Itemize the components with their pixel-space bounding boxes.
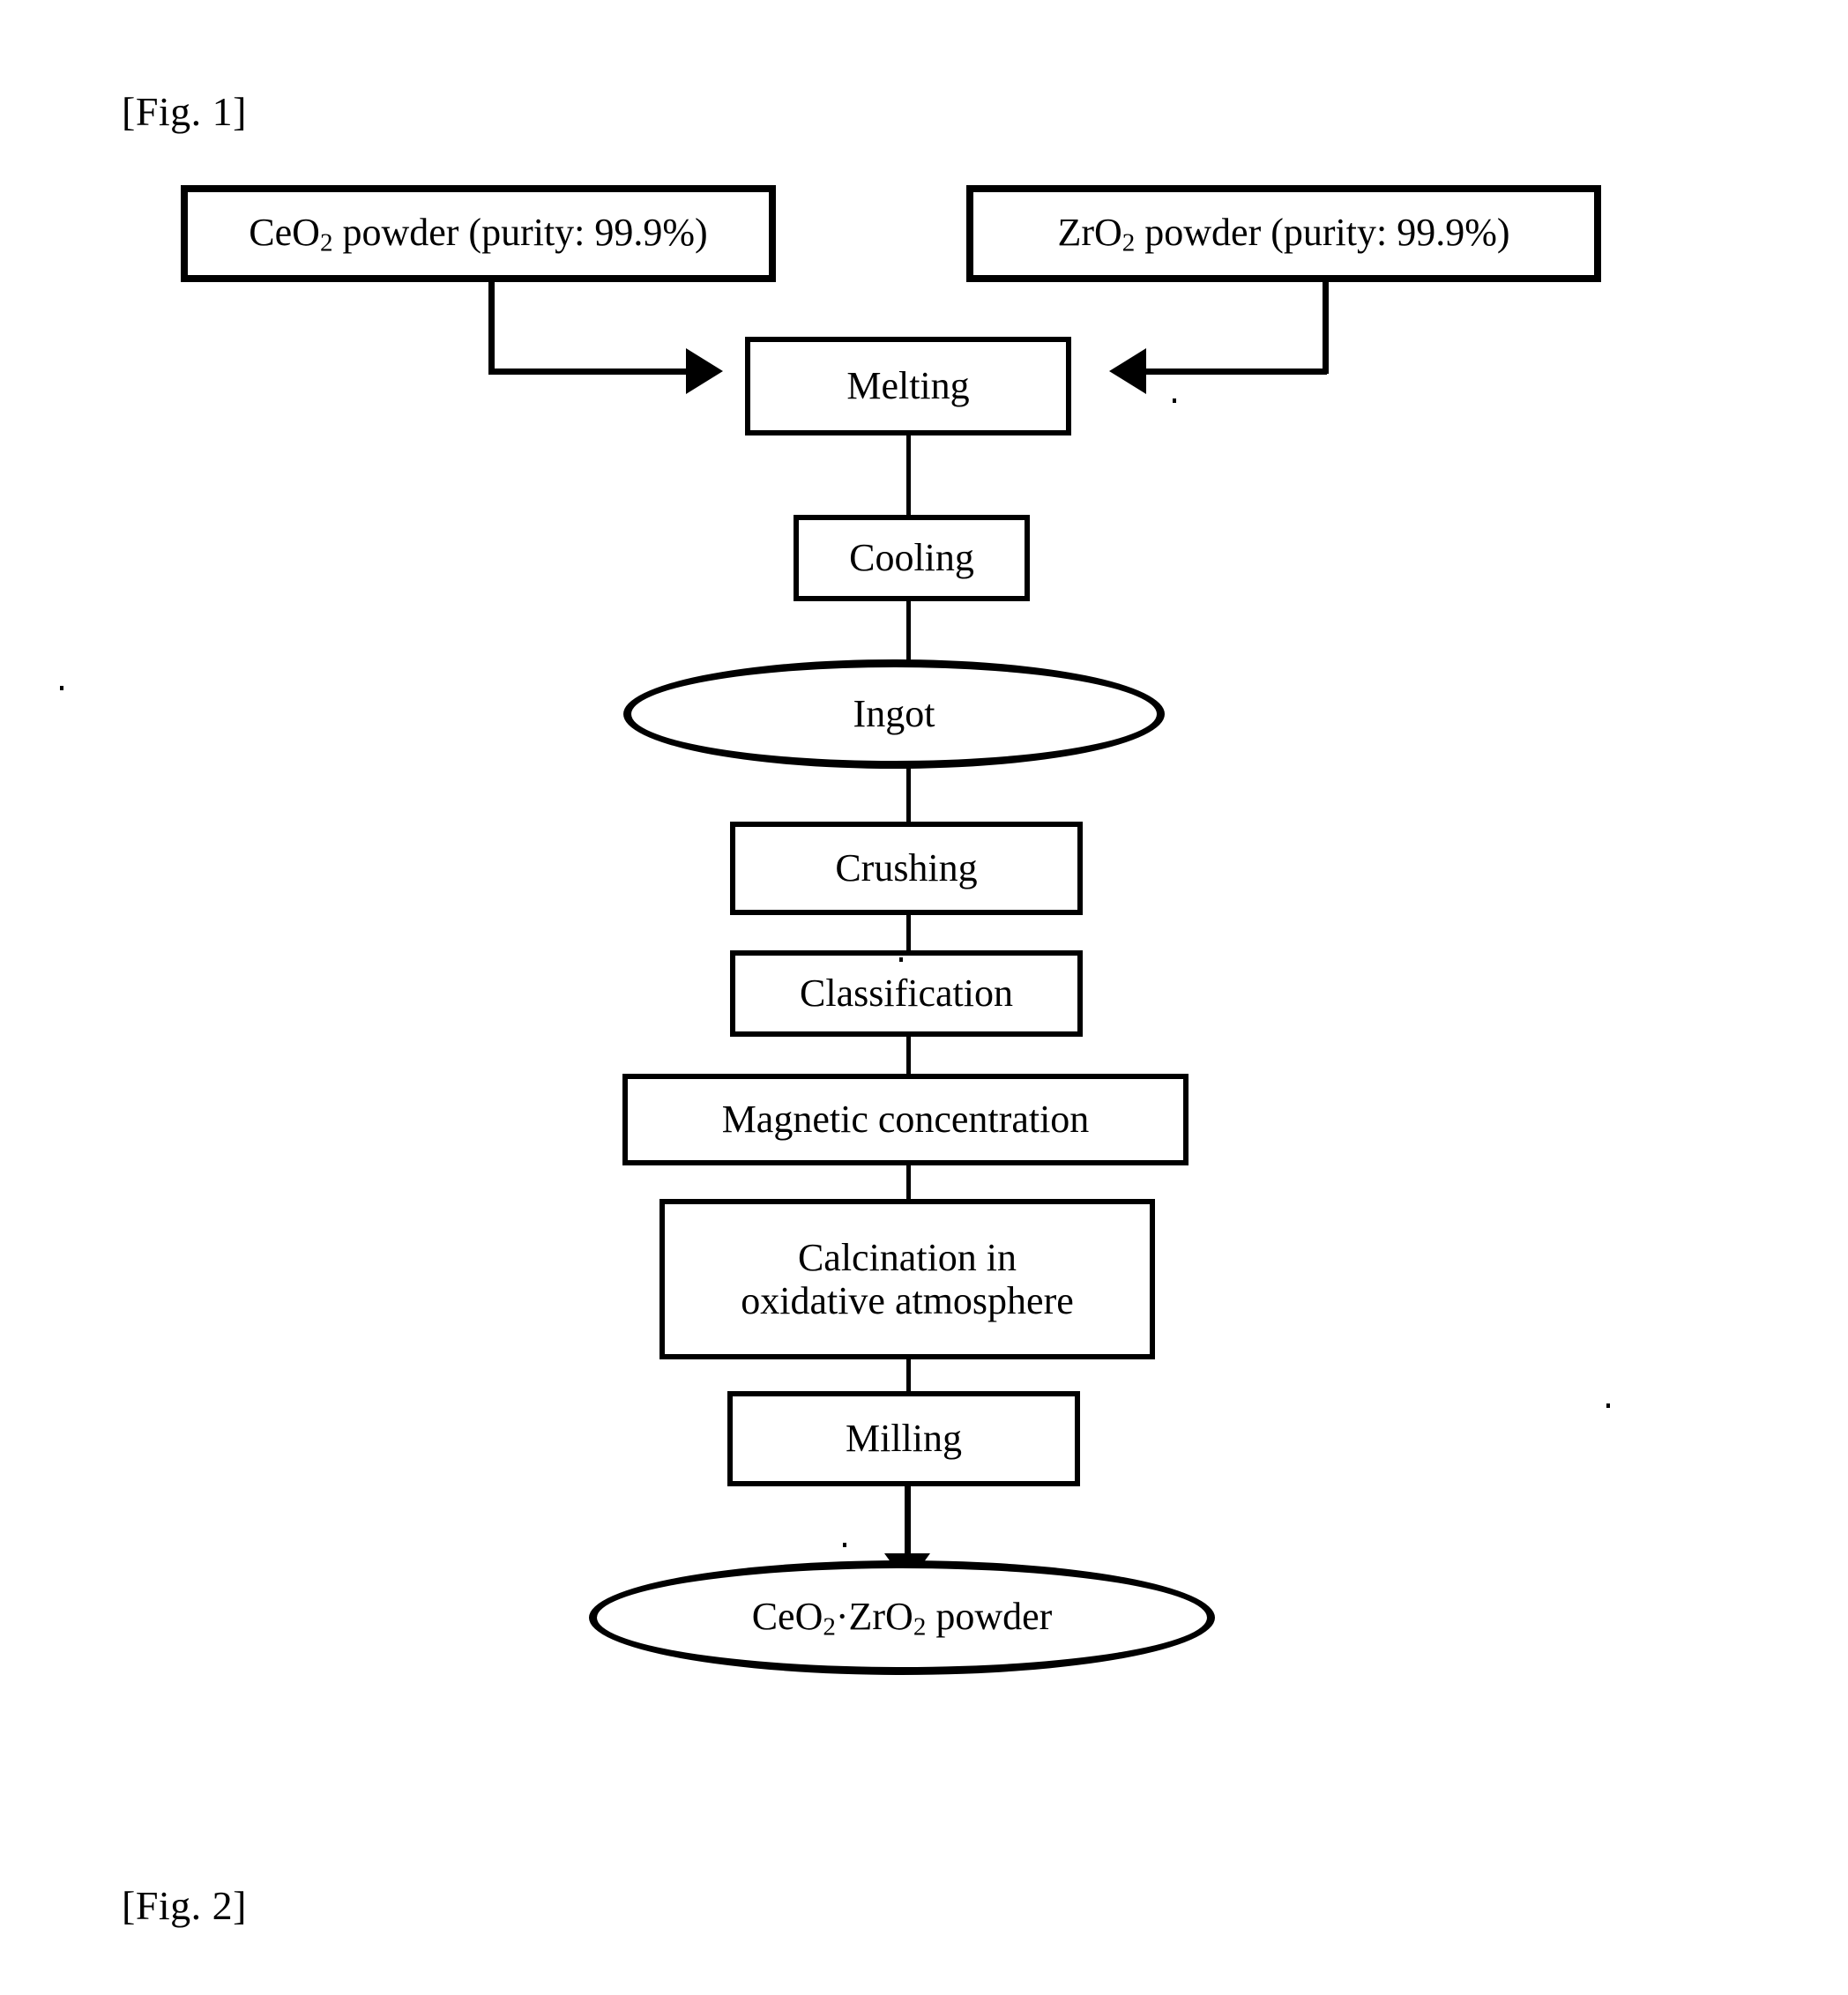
node-calcination-label: Calcination in oxidative atmosphere — [741, 1235, 1074, 1322]
node-milling-label: Milling — [845, 1417, 963, 1461]
node-zro2-input-label: ZrO2 powder (purity: 99.9%) — [1057, 210, 1510, 257]
scan-speck — [899, 957, 903, 962]
node-melting: Melting — [745, 337, 1071, 435]
node-ingot-label: Ingot — [853, 692, 935, 736]
node-ceo2-input-label: CeO2 powder (purity: 99.9%) — [249, 210, 708, 257]
node-classification-label: Classification — [800, 971, 1013, 1016]
scan-speck — [843, 1543, 846, 1547]
figure-page: [Fig. 1] CeO2 powder (purity: 99.9%) ZrO… — [0, 0, 1848, 1995]
edge-ingot-crushing — [906, 763, 911, 827]
edge-ceo2-arrowhead — [686, 348, 723, 394]
edge-ceo2-horizontal — [488, 368, 689, 375]
figure-2-label: [Fig. 2] — [122, 1883, 247, 1928]
node-magnetic-concentration-label: Magnetic concentration — [721, 1098, 1090, 1142]
node-output-powder-label: CeO2·ZrO2 powder — [751, 1594, 1053, 1641]
node-crushing: Crushing — [730, 822, 1083, 915]
node-milling: Milling — [727, 1391, 1080, 1486]
node-classification: Classification — [730, 950, 1083, 1037]
edge-classification-magnetic — [906, 1037, 911, 1079]
node-ingot: Ingot — [623, 659, 1165, 769]
node-calcination: Calcination in oxidative atmosphere — [659, 1199, 1155, 1359]
node-melting-label: Melting — [846, 364, 970, 408]
edge-melting-cooling — [906, 435, 911, 515]
scan-speck — [60, 686, 63, 690]
node-crushing-label: Crushing — [835, 846, 978, 890]
node-cooling: Cooling — [794, 515, 1030, 601]
node-output-powder: CeO2·ZrO2 powder — [589, 1560, 1215, 1675]
node-magnetic-concentration: Magnetic concentration — [622, 1074, 1189, 1165]
scan-speck — [1173, 398, 1176, 403]
edge-zro2-horizontal — [1146, 368, 1327, 375]
figure-1-label: [Fig. 1] — [122, 89, 247, 134]
edge-crushing-classification — [906, 915, 911, 954]
edge-zro2-arrowhead — [1109, 348, 1146, 394]
edge-zro2-vertical — [1323, 282, 1329, 374]
edge-ceo2-vertical — [488, 282, 495, 374]
node-cooling-label: Cooling — [849, 536, 974, 580]
node-zro2-input: ZrO2 powder (purity: 99.9%) — [966, 185, 1601, 282]
scan-speck — [1606, 1403, 1610, 1408]
node-ceo2-input: CeO2 powder (purity: 99.9%) — [181, 185, 776, 282]
